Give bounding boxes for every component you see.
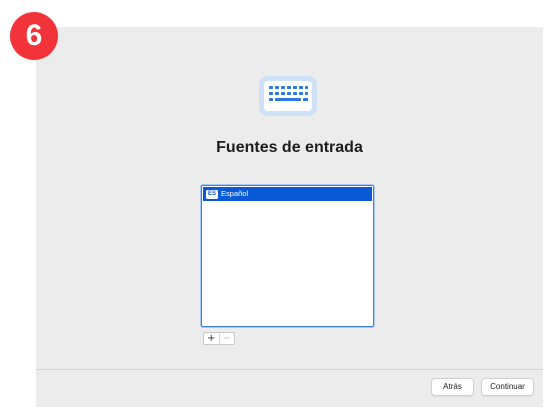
keyboard-icon — [258, 75, 318, 117]
list-item-espanol[interactable]: ES Español — [203, 187, 372, 201]
footer-divider — [36, 369, 543, 370]
back-button[interactable]: Atrás — [431, 378, 474, 396]
add-input-source-button[interactable]: + — [204, 333, 219, 344]
remove-input-source-button[interactable]: − — [218, 333, 235, 344]
continue-button[interactable]: Continuar — [481, 378, 534, 396]
step-number-badge: 6 — [10, 12, 58, 60]
input-sources-list[interactable]: ES Español — [201, 185, 374, 327]
page-title: Fuentes de entrada — [216, 139, 363, 156]
setup-assistant-window: Fuentes de entrada ES Español + − Atrás … — [36, 27, 543, 407]
language-badge: ES — [206, 189, 219, 199]
list-item-label: Español — [221, 189, 249, 198]
list-controls: + − — [203, 332, 235, 345]
